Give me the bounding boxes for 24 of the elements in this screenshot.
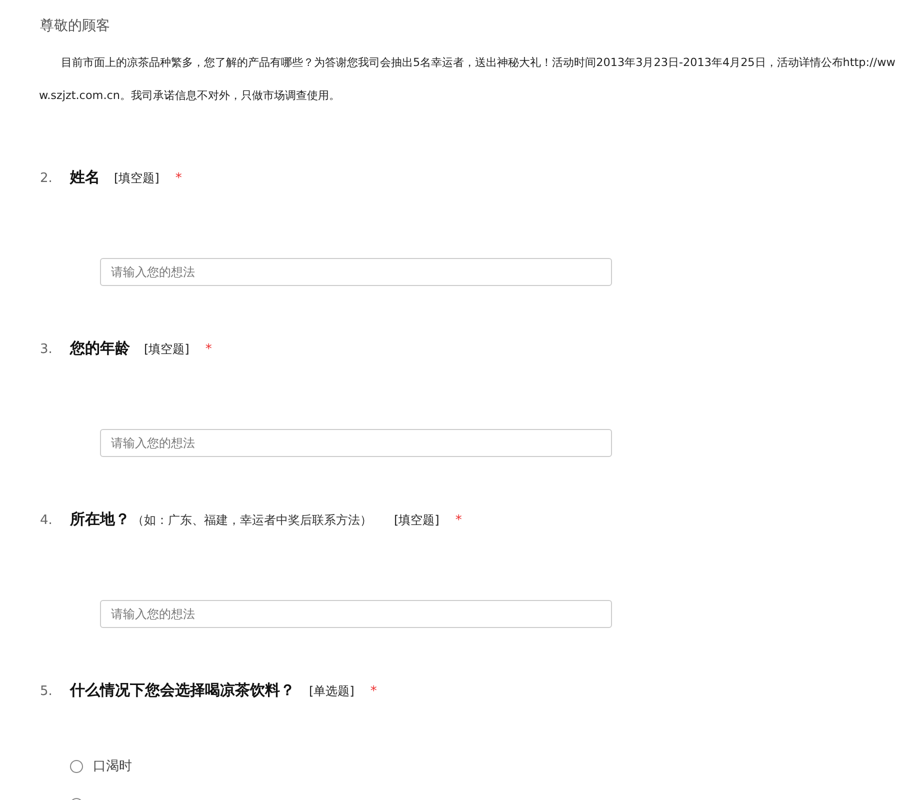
- required-mark: *: [205, 342, 212, 357]
- required-mark: *: [175, 171, 182, 186]
- input-field[interactable]: 请输入您的想法: [100, 429, 612, 457]
- input-field[interactable]: 请输入您的想法: [100, 258, 612, 286]
- question-number: 5.: [40, 684, 54, 699]
- question-number: 2.: [40, 171, 54, 186]
- question-type: [填空题]: [144, 341, 190, 358]
- input-field[interactable]: 请输入您的想法: [100, 600, 612, 628]
- question-title: 您的年龄: [70, 339, 130, 358]
- intro-paragraph: 目前市面上的凉茶品种繁多，您了解的产品有哪些？为答谢您我司会抽出5名幸运者，送出神秘大礼！活动时间2013年3月23日-2013年4月25日，活动详情公布http://www.szjzt.com.cn。我司承诺信息不对外，只做市场调查使用。: [39, 55, 896, 104]
- question-type: [填空题]: [394, 512, 440, 529]
- question-title: 姓名: [70, 168, 100, 187]
- greeting-heading: 尊敬的顾客: [40, 17, 111, 36]
- question-title: 什么情况下您会选择喝凉茶饮料？: [70, 681, 295, 700]
- required-mark: *: [370, 684, 377, 699]
- question-number: 3.: [40, 342, 54, 357]
- question-type: [填空题]: [114, 170, 160, 187]
- question-note: （如：广东、福建，幸运者中奖后联系方法）: [132, 512, 372, 529]
- question-number: 4.: [40, 513, 54, 528]
- radio-button[interactable]: [70, 760, 83, 772]
- option-label: 口渴时: [93, 758, 132, 775]
- required-mark: *: [455, 513, 462, 528]
- question-title: 所在地？: [70, 510, 130, 529]
- question-type: [单选题]: [309, 683, 354, 700]
